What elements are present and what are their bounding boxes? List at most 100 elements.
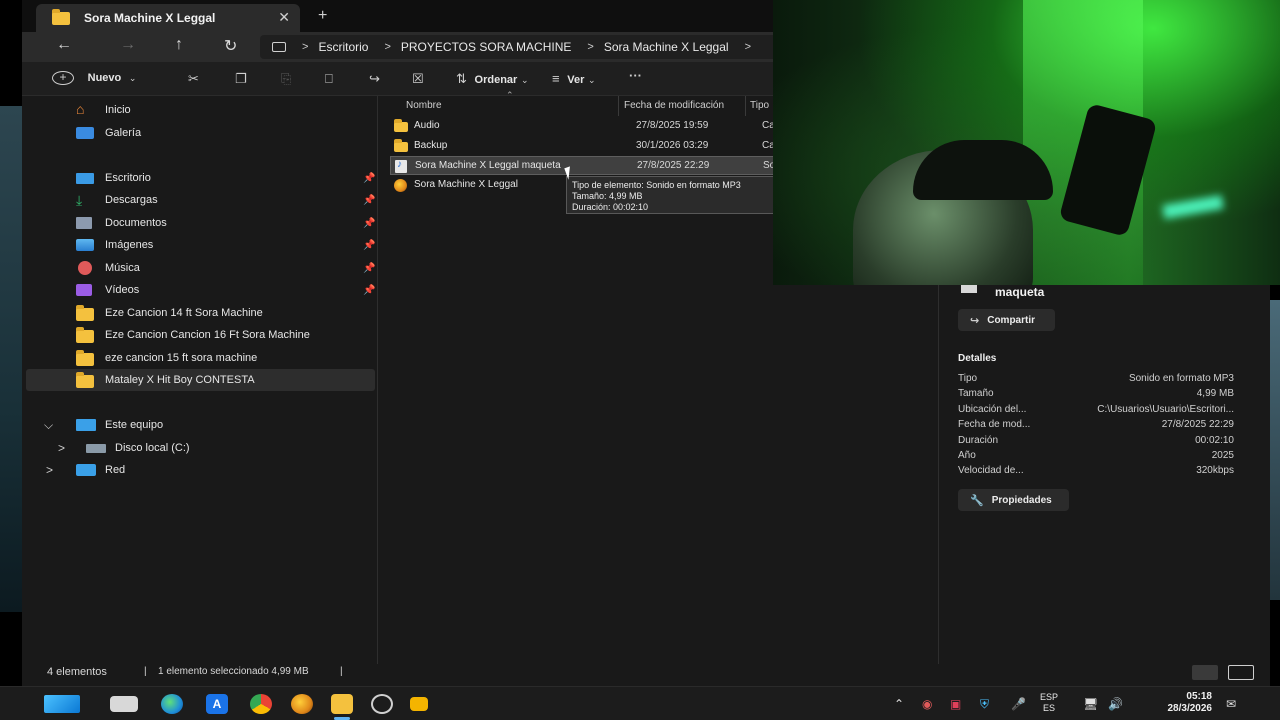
- properties-label: Propiedades: [991, 494, 1052, 506]
- videos-icon: [76, 284, 92, 296]
- file-tooltip: Tipo de elemento: Sonido en formato MP3 …: [566, 176, 776, 214]
- column-divider[interactable]: [618, 96, 619, 116]
- detail-value: 4,99 MB: [1196, 388, 1234, 399]
- taskbar: A ⌃ ◉ ▣ ⛨ 🎤 ESP ES 🖥 🔊 05:18 28/3/2026 ✉: [0, 686, 1280, 720]
- sidebar-item-folder[interactable]: Eze Cancion 14 ft Sora Machine: [26, 302, 375, 324]
- sidebar-item-videos[interactable]: Vídeos 📌: [26, 279, 375, 301]
- clock-time: 05:18: [1186, 691, 1212, 702]
- sidebar-item-label: Música: [105, 262, 140, 274]
- refresh-icon[interactable]: ↻: [224, 36, 237, 56]
- sidebar-item-home[interactable]: ⌂ Inicio: [26, 99, 375, 121]
- home-icon: ⌂: [76, 101, 85, 117]
- breadcrumb-current[interactable]: Sora Machine X Leggal: [604, 40, 729, 54]
- sidebar-item-folder[interactable]: Eze Cancion Cancion 16 Ft Sora Machine: [26, 324, 375, 346]
- tooltip-duration: Duración: 00:02:10: [572, 202, 649, 212]
- tray-app-icon[interactable]: ◉: [922, 697, 932, 711]
- details-title: maqueta: [995, 285, 1045, 299]
- notifications-icon[interactable]: ✉: [1226, 697, 1236, 711]
- view-button[interactable]: ≡ Ver ⌄: [552, 71, 596, 86]
- start-windows-icon[interactable]: [44, 695, 80, 713]
- new-tab-button[interactable]: +: [318, 7, 327, 25]
- sidebar-item-label: Eze Cancion 14 ft Sora Machine: [105, 307, 263, 319]
- details-view-button[interactable]: [1192, 665, 1218, 680]
- file-manager-app-icon[interactable]: [110, 696, 138, 712]
- detail-key: Fecha de mod...: [958, 419, 1031, 430]
- microphone-icon[interactable]: 🎤: [1011, 697, 1026, 711]
- close-tab-icon[interactable]: ✕: [278, 9, 290, 26]
- properties-button[interactable]: 🔧 Propiedades: [958, 489, 1069, 511]
- chrome-browser-icon[interactable]: [250, 694, 272, 714]
- sidebar-item-label: Eze Cancion Cancion 16 Ft Sora Machine: [105, 329, 310, 341]
- sort-button[interactable]: ⇅ Ordenar ⌄: [456, 71, 529, 87]
- chevron-right-icon[interactable]: >: [58, 441, 65, 455]
- new-button[interactable]: + Nuevo ⌄: [52, 69, 136, 85]
- sidebar-item-music[interactable]: Música 📌: [26, 257, 375, 279]
- pin-icon[interactable]: 📌: [363, 195, 375, 206]
- up-arrow-icon[interactable]: ↑: [175, 36, 183, 54]
- folder-icon: [76, 350, 96, 367]
- file-explorer-taskbar-icon[interactable]: [331, 694, 353, 714]
- sidebar-item-label: Red: [105, 464, 126, 476]
- tiles-view-button[interactable]: [1228, 665, 1254, 680]
- desktop-icon: [76, 173, 94, 184]
- column-header-type[interactable]: Tipo: [750, 100, 769, 111]
- new-label: Nuevo: [87, 72, 122, 84]
- breadcrumb-separator: >: [744, 41, 751, 53]
- desktop-background: [0, 106, 22, 612]
- detail-key: Tamaño: [958, 388, 994, 399]
- sidebar-item-network[interactable]: > Red: [26, 459, 375, 481]
- cut-icon[interactable]: ✂: [188, 71, 199, 87]
- breadcrumb-escritorio[interactable]: Escritorio: [318, 40, 368, 54]
- sidebar-item-label: Escritorio: [105, 172, 151, 184]
- back-arrow-icon[interactable]: ←: [56, 36, 72, 54]
- column-divider[interactable]: [745, 96, 746, 116]
- pin-icon[interactable]: 📌: [363, 240, 375, 251]
- tray-app-icon[interactable]: ▣: [950, 697, 961, 711]
- column-header-modified[interactable]: Fecha de modificación: [624, 100, 724, 111]
- edge-browser-icon[interactable]: [161, 694, 183, 714]
- pin-icon[interactable]: 📌: [363, 285, 375, 296]
- webcam-cap: [913, 140, 1053, 200]
- sort-icon: ⇅: [456, 71, 467, 86]
- sidebar-item-documents[interactable]: Documentos 📌: [26, 212, 375, 234]
- sidebar-item-folder-selected[interactable]: Mataley X Hit Boy CONTESTA: [26, 369, 375, 391]
- delete-icon[interactable]: ☒: [412, 71, 424, 87]
- sidebar-item-label: Inicio: [105, 104, 131, 116]
- sidebar-item-downloads[interactable]: ⤓ Descargas 📌: [26, 189, 375, 211]
- pin-icon[interactable]: 📌: [363, 218, 375, 229]
- rename-icon[interactable]: ⎕: [325, 71, 333, 87]
- sidebar-item-gallery[interactable]: Galería: [26, 122, 375, 144]
- sidebar-item-this-pc[interactable]: ⌵ Este equipo: [26, 414, 375, 436]
- store-app-icon[interactable]: A: [206, 694, 228, 714]
- pin-icon[interactable]: 📌: [363, 173, 375, 184]
- shield-icon[interactable]: ⛨: [980, 697, 989, 712]
- breadcrumb-proyectos[interactable]: PROYECTOS SORA MACHINE: [401, 40, 571, 54]
- chevron-expanded-icon[interactable]: ⌵: [44, 418, 53, 433]
- pin-icon[interactable]: 📌: [363, 263, 375, 274]
- copy-icon[interactable]: ❐: [235, 71, 247, 87]
- paste-icon[interactable]: ⎘: [281, 71, 291, 87]
- clock[interactable]: 05:18 28/3/2026: [1140, 691, 1213, 715]
- status-separator: |: [340, 666, 343, 677]
- detail-key: Año: [958, 450, 976, 461]
- more-options-button[interactable]: ···: [629, 68, 642, 83]
- sidebar-item-pictures[interactable]: Imágenes 📌: [26, 234, 375, 256]
- obs-icon[interactable]: [371, 694, 393, 714]
- network-icon[interactable]: 🖥: [1083, 697, 1098, 711]
- tray-overflow-icon[interactable]: ⌃: [894, 697, 904, 711]
- column-header-name[interactable]: Nombre: [406, 100, 442, 111]
- language-indicator[interactable]: ESP ES: [1040, 692, 1058, 714]
- forward-arrow-icon[interactable]: →: [120, 36, 136, 54]
- chevron-right-icon[interactable]: >: [46, 463, 53, 477]
- plus-circle-icon: +: [52, 71, 74, 85]
- tab-current[interactable]: Sora Machine X Leggal ✕: [36, 4, 300, 32]
- detail-value: 320kbps: [1196, 465, 1234, 476]
- share-button[interactable]: ↪ Compartir: [958, 309, 1055, 331]
- share-icon[interactable]: ↪: [369, 71, 380, 87]
- video-app-icon[interactable]: [410, 697, 428, 711]
- sidebar-item-local-disk[interactable]: > Disco local (C:): [26, 437, 375, 459]
- volume-icon[interactable]: 🔊: [1108, 697, 1123, 711]
- sidebar-item-desktop[interactable]: Escritorio 📌: [26, 167, 375, 189]
- fl-studio-icon[interactable]: [291, 694, 313, 714]
- sidebar-item-folder[interactable]: eze cancion 15 ft sora machine: [26, 347, 375, 369]
